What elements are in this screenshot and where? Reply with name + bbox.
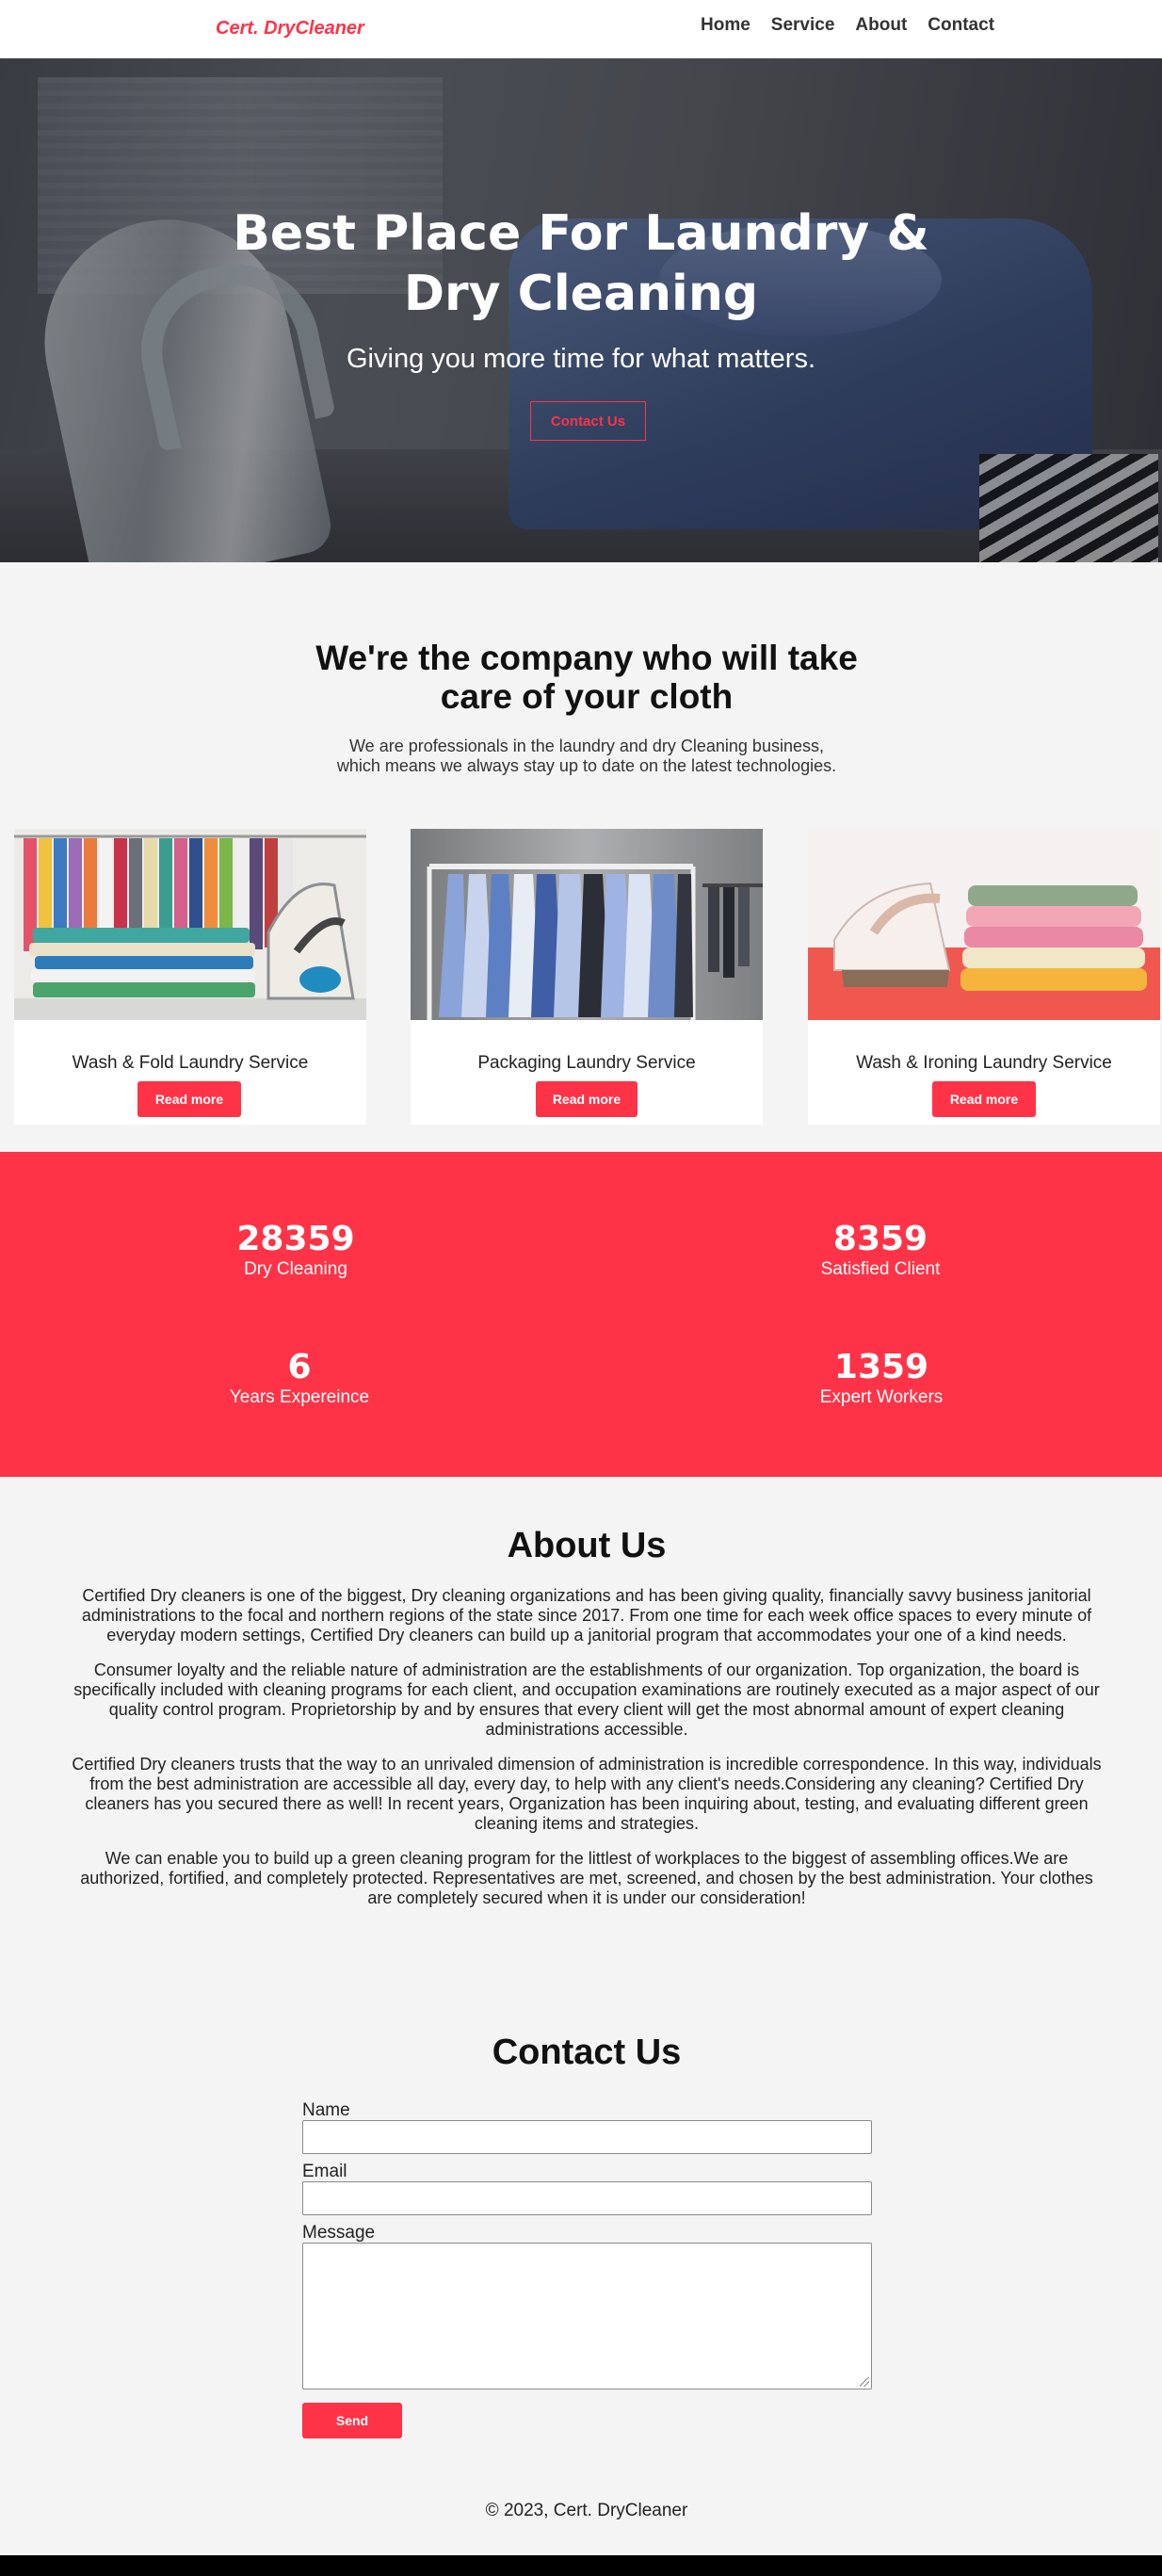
company-heading: We're the company who will take care of … [0,639,1162,716]
company-description-line-1: We are professionals in the laundry and … [349,737,824,755]
stat-expert-workers: 1359 Expert Workers [693,1348,1070,1408]
stat-number: 28359 [236,1220,355,1258]
footer-bar [0,2555,1162,2576]
wash-fold-image [14,829,366,1020]
packaging-image [411,829,763,1020]
footer-copyright: © 2023, Cert. DryCleaner [485,2501,688,2520]
contact-us-button[interactable]: Contact Us [530,401,646,441]
resize-grip-icon[interactable] [860,2377,869,2387]
stat-number: 8359 [832,1220,928,1258]
about-paragraph-4: We can enable you to build up a green cl… [80,1849,1093,1907]
company-heading-line-2: care of your cloth [440,677,734,716]
service-card-wash-ironing: Wash & Ironing Laundry Service Read more [808,829,1160,1125]
stats-section: 28359 Dry Cleaning 8359 Satisfied Client… [0,1152,1162,1477]
service-card-packaging: Packaging Laundry Service Read more [411,829,763,1125]
send-button[interactable]: Send [302,2403,402,2438]
wash-ironing-title: Wash & Ironing Laundry Service [856,1053,1112,1073]
company-heading-line-1: We're the company who will take [315,639,858,677]
stat-number: 1359 [833,1348,929,1386]
hero-title-line-1: Best Place For Laundry & [233,205,929,262]
stat-label: Years Expereince [229,1387,370,1407]
wash-ironing-image [808,829,1160,1020]
about-paragraph-3: Certified Dry cleaners trusts that the w… [72,1755,1102,1833]
stat-number: 6 [287,1348,312,1386]
email-input[interactable] [302,2181,872,2215]
company-description-line-2: which means we always stay up to date on… [336,756,837,775]
stat-satisfied-client: 8359 Satisfied Client [692,1220,1069,1280]
navbar: Cert. DryCleaner Home Service About Cont… [0,0,1162,58]
packaging-title: Packaging Laundry Service [477,1053,696,1073]
nav-contact-link[interactable]: Contact [928,15,994,36]
about-body: Certified Dry cleaners is one of the big… [68,1586,1106,1923]
about-paragraph-2: Consumer loyalty and the reliable nature… [73,1661,1100,1739]
nav-about-link[interactable]: About [855,15,907,36]
hero-title: Best Place For Laundry & Dry Cleaning [0,203,1162,324]
contact-form: Name Email Message Send [302,2101,872,2438]
wash-fold-title: Wash & Fold Laundry Service [72,1053,309,1073]
name-label: Name [302,2100,350,2120]
stat-label: Satisfied Client [820,1259,941,1279]
hero-section: Best Place For Laundry & Dry Cleaning Gi… [0,58,1162,562]
packaging-read-more-button[interactable]: Read more [536,1081,637,1117]
nav-service-link[interactable]: Service [771,15,835,36]
brand-logo[interactable]: Cert. DryCleaner [216,18,364,40]
about-heading: About Us [507,1526,667,1565]
hero-subtitle: Giving you more time for what matters. [347,344,815,374]
wash-fold-read-more-button[interactable]: Read more [137,1081,241,1117]
stat-years-experience: 6 Years Expereince [111,1348,488,1408]
main-nav: Home Service About Contact [701,15,994,36]
stat-label: Expert Workers [819,1387,944,1407]
nav-home-link[interactable]: Home [701,15,750,36]
name-input[interactable] [302,2120,872,2154]
email-label: Email [302,2162,347,2181]
message-label: Message [302,2223,376,2243]
wash-ironing-read-more-button[interactable]: Read more [932,1081,1036,1117]
about-paragraph-1: Certified Dry cleaners is one of the big… [81,1586,1092,1644]
company-description: We are professionals in the laundry and … [0,737,1162,776]
contact-heading: Contact Us [492,2033,682,2072]
hero-title-line-2: Dry Cleaning [403,266,759,322]
message-textarea[interactable] [302,2243,872,2390]
stat-label: Dry Cleaning [244,1259,347,1279]
service-card-wash-fold: Wash & Fold Laundry Service Read more [14,829,366,1125]
stat-dry-cleaning: 28359 Dry Cleaning [107,1220,484,1280]
